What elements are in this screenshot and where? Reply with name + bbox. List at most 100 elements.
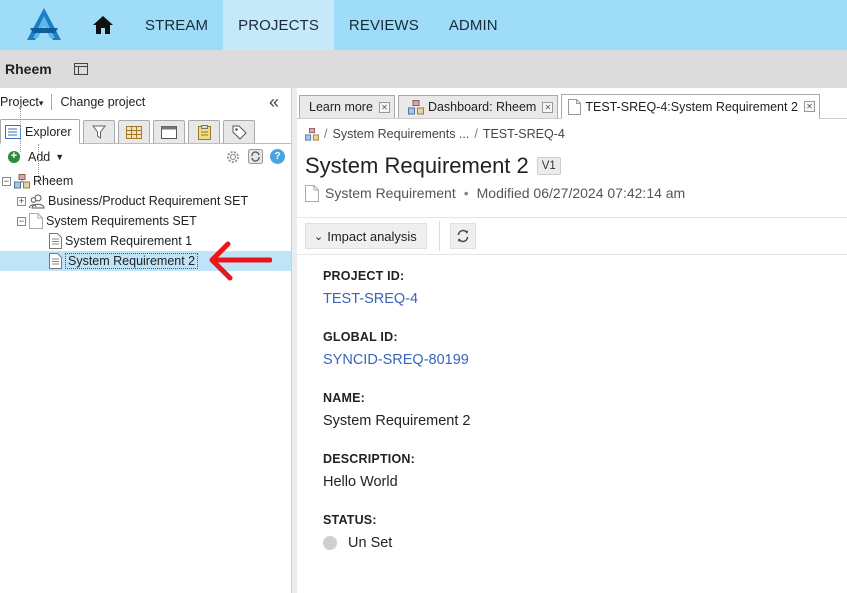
nav-reviews[interactable]: REVIEWS [334,0,434,50]
grid-icon [126,125,142,139]
double-chevron-down-icon: ⌄ [314,230,324,243]
name-value[interactable]: System Requirement 2 [323,413,847,429]
project-name: Rheem [5,61,52,77]
field-label: STATUS: [323,513,377,527]
add-button[interactable]: Add [28,150,50,164]
tree-item-system-requirements-set[interactable]: − System Requirements SET [0,211,291,231]
description-value[interactable]: Hello World [323,474,847,490]
tree-label: System Requirements SET [46,214,197,228]
dashboard-icon [407,99,424,115]
global-id-link[interactable]: SYNCID-SREQ-80199 [323,352,847,368]
document-tabs: Learn more ✕ Dashboard: Rheem ✕ TEST-SRE… [297,88,847,119]
settings-gear-icon[interactable] [225,149,241,165]
project-bar: Rheem [0,50,847,88]
explorer-toolbar: Project▾ Change project « [0,88,291,116]
item-fields: PROJECT ID: TEST-SREQ-4 GLOBAL ID: SYNCI… [297,269,847,551]
project-icon[interactable] [305,127,319,141]
tree-item-business-set[interactable]: + Business/Product Requirement SET [0,191,291,211]
tab-grid[interactable] [118,120,150,143]
tree-item-root[interactable]: − Rheem [0,171,291,191]
refresh-button[interactable] [449,223,476,249]
add-plus-icon[interactable]: + [8,150,20,163]
change-project-link[interactable]: Change project [60,95,145,109]
annotation-arrow-icon [209,241,272,281]
window-icon [161,125,177,139]
tag-icon [232,125,247,140]
tab-current-item[interactable]: TEST-SREQ-4:System Requirement 2 ✕ [561,94,820,119]
nav-stream[interactable]: STREAM [130,0,223,50]
breadcrumb-separator: / [324,127,328,141]
item-header: System Requirement 2 V1 [297,153,847,179]
expand-toggle-icon[interactable]: + [17,196,26,206]
sync-icon[interactable] [248,149,263,164]
field-description: DESCRIPTION: Hello World [323,452,847,490]
document-icon [29,213,43,229]
impact-analysis-button[interactable]: ⌄ Impact analysis [305,223,427,249]
tab-explorer-label: Explorer [25,124,72,139]
status-value[interactable]: Un Set [323,535,847,551]
tab-learn-more[interactable]: Learn more ✕ [299,95,395,118]
clipboard-icon [197,124,211,140]
divider [438,221,440,251]
project-layout-button[interactable] [73,63,88,75]
app-logo[interactable] [0,0,88,50]
collapse-toggle-icon[interactable]: − [17,216,26,226]
help-icon[interactable]: ? [270,149,285,164]
text-document-icon [49,253,62,269]
field-label: GLOBAL ID: [323,330,398,344]
document-icon [305,184,319,202]
explorer-icon [5,124,21,139]
close-icon[interactable]: ✕ [803,101,815,112]
caret-down-icon[interactable]: ▼ [55,152,64,162]
close-icon[interactable]: ✕ [542,101,554,113]
text-document-icon [49,233,62,249]
version-badge[interactable]: V1 [536,157,561,175]
field-project-id: PROJECT ID: TEST-SREQ-4 [323,269,847,307]
tab-current-label: TEST-SREQ-4:System Requirement 2 [585,99,798,114]
field-label: PROJECT ID: [323,269,405,283]
explorer-tabs: Explorer [0,116,291,144]
top-navigation: STREAM PROJECTS REVIEWS ADMIN [0,0,847,50]
tab-dashboard-label: Dashboard: Rheem [427,100,537,114]
status-circle-icon [323,536,337,550]
tab-learn-more-label: Learn more [309,100,373,114]
impact-analysis-label: Impact analysis [327,228,417,244]
breadcrumb-parent[interactable]: System Requirements ... [332,127,469,141]
detail-panel: Learn more ✕ Dashboard: Rheem ✕ TEST-SRE… [297,88,847,593]
tab-dashboard[interactable]: Dashboard: Rheem ✕ [397,95,559,118]
project-id-link[interactable]: TEST-SREQ-4 [323,291,847,307]
modified-timestamp: Modified 06/27/2024 07:42:14 am [476,185,686,201]
field-name: NAME: System Requirement 2 [323,391,847,429]
add-toolbar: + Add ▼ ? [0,144,291,169]
nav-projects[interactable]: PROJECTS [223,0,334,50]
field-label: NAME: [323,391,365,405]
explorer-panel: Project▾ Change project « Explorer + Add… [0,88,291,593]
filter-icon [92,125,106,139]
tree-label: System Requirement 1 [65,234,193,248]
project-menu[interactable]: Project▾ [0,95,43,109]
document-icon [568,98,582,115]
tab-window[interactable] [153,120,185,143]
collapse-toggle-icon[interactable]: − [2,176,11,186]
tab-filter[interactable] [83,120,115,143]
layout-icon [73,63,88,75]
close-icon[interactable]: ✕ [378,101,390,113]
home-button[interactable] [88,0,118,50]
tree-label: System Requirement 2 [65,253,199,269]
divider [51,94,53,110]
caret-down-icon: ▾ [38,98,44,108]
tab-explorer[interactable]: Explorer [0,119,80,144]
home-icon [93,16,113,34]
page-title: System Requirement 2 [305,153,529,178]
field-label: DESCRIPTION: [323,452,415,466]
breadcrumb-separator: / [474,127,478,141]
collapse-panel-icon[interactable]: « [269,92,279,113]
breadcrumb-current: TEST-SREQ-4 [482,127,565,141]
nav-admin[interactable]: ADMIN [434,0,513,50]
item-meta: System Requirement • Modified 06/27/2024… [297,181,847,205]
tab-tags[interactable] [223,120,255,143]
tab-clipboard[interactable] [188,120,220,143]
tree-label: Rheem [33,174,74,188]
item-type: System Requirement [325,185,456,201]
project-folder-icon [14,173,30,189]
